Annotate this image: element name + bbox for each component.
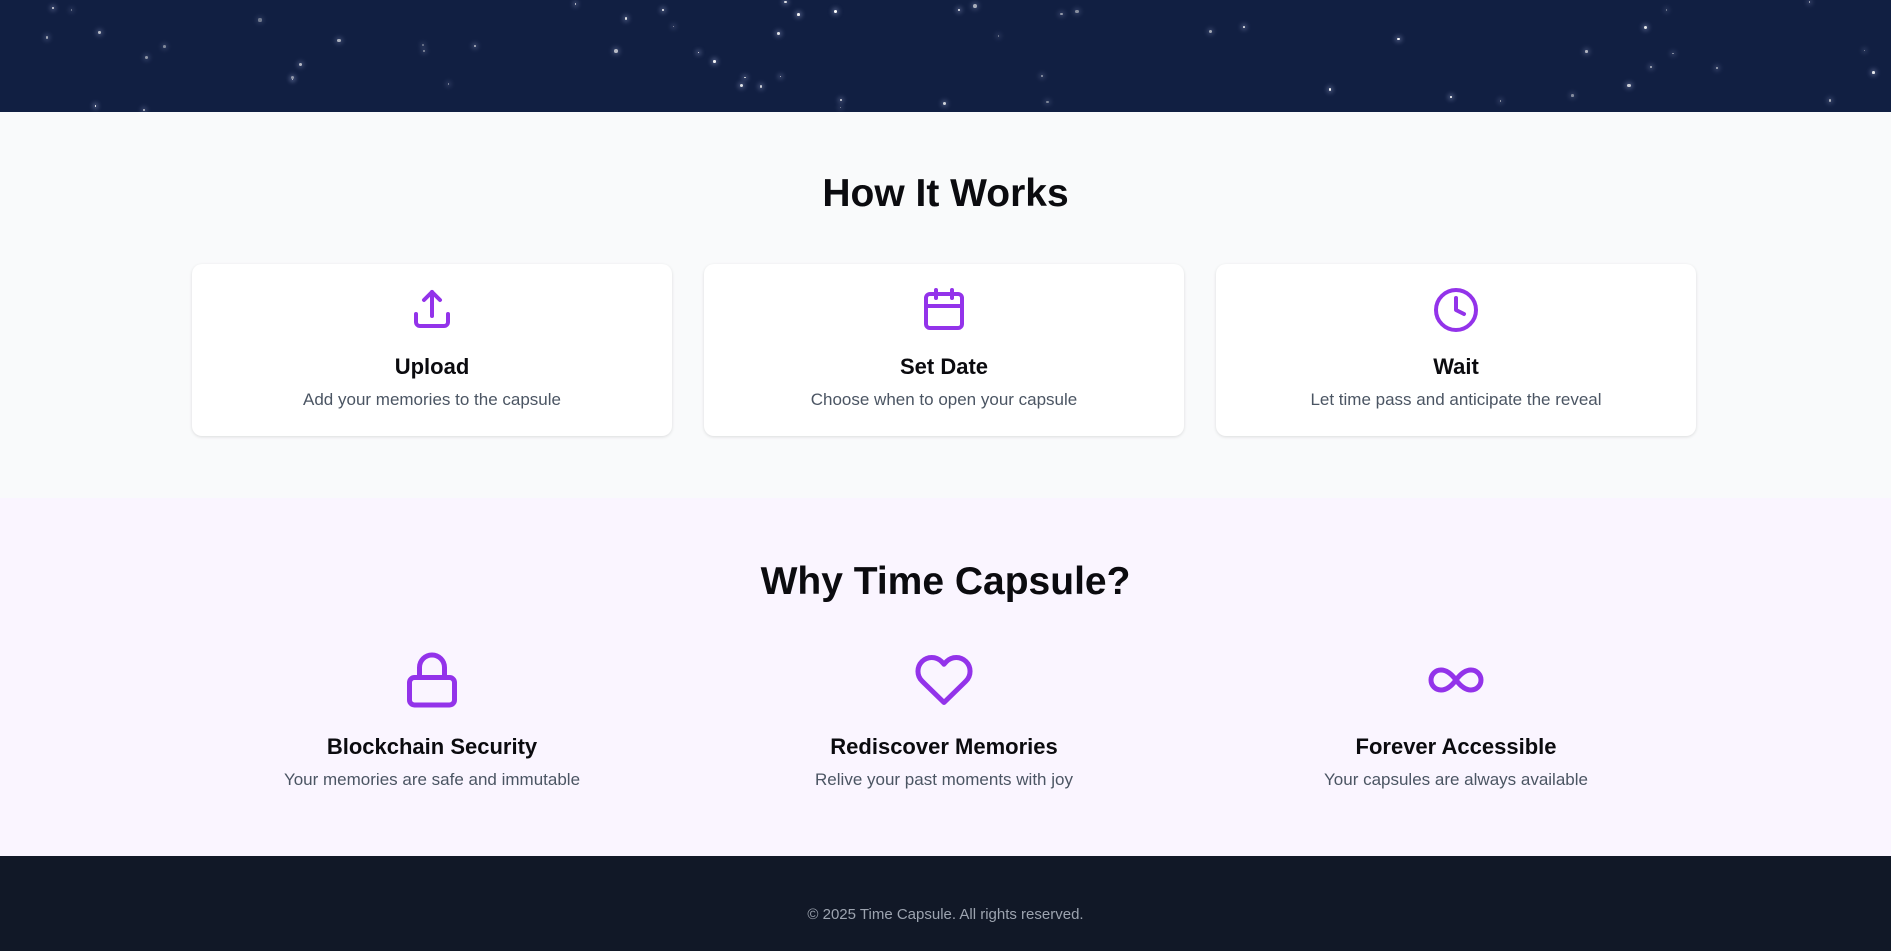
star xyxy=(1074,9,1079,14)
star xyxy=(1585,50,1588,53)
step-card-upload: Upload Add your memories to the capsule xyxy=(192,264,672,436)
star xyxy=(1397,37,1400,41)
feature-desc: Your memories are safe and immutable xyxy=(283,770,581,789)
star xyxy=(1871,71,1875,74)
copyright-text: © 2025 Time Capsule. All rights reserved… xyxy=(807,906,1084,923)
step-desc: Add your memories to the capsule xyxy=(303,390,561,409)
step-card-wait: Wait Let time pass and anticipate the re… xyxy=(1216,264,1696,436)
star xyxy=(1040,75,1043,78)
clock-icon xyxy=(1434,288,1478,332)
star xyxy=(298,62,302,66)
upload-icon xyxy=(414,290,450,328)
star xyxy=(337,38,341,43)
feature-title: Blockchain Security xyxy=(326,734,538,759)
star xyxy=(1671,52,1674,55)
star xyxy=(624,17,628,20)
star xyxy=(713,60,716,63)
footer: © 2025 Time Capsule. All rights reserved… xyxy=(0,856,1891,951)
heart-icon xyxy=(915,654,973,705)
star xyxy=(98,31,101,34)
star xyxy=(1716,67,1719,70)
star xyxy=(797,13,800,17)
lock-icon xyxy=(407,652,457,708)
star xyxy=(1243,26,1245,28)
feature-title: Forever Accessible xyxy=(1355,734,1557,759)
star xyxy=(779,76,781,78)
star xyxy=(1449,96,1452,98)
star xyxy=(997,35,1000,37)
star xyxy=(423,50,425,52)
star xyxy=(422,43,425,46)
feature-desc: Relive your past moments with joy xyxy=(815,770,1073,789)
feature-title: Rediscover Memories xyxy=(830,734,1058,759)
star xyxy=(839,98,843,102)
star xyxy=(1499,100,1502,102)
star xyxy=(1208,30,1212,34)
star xyxy=(661,8,664,11)
star xyxy=(447,83,450,85)
star xyxy=(672,25,674,27)
star xyxy=(291,75,295,79)
star xyxy=(1328,88,1332,91)
star xyxy=(834,10,837,13)
star xyxy=(840,107,842,109)
star xyxy=(697,52,699,54)
star xyxy=(972,3,977,8)
star xyxy=(1828,99,1832,102)
star xyxy=(744,76,746,79)
step-card-set-date: Set Date Choose when to open your capsul… xyxy=(704,264,1184,436)
step-desc: Let time pass and anticipate the reveal xyxy=(1310,390,1602,409)
star xyxy=(784,0,787,4)
star xyxy=(1570,94,1574,98)
star xyxy=(473,45,477,48)
calendar-icon xyxy=(924,288,964,330)
star xyxy=(1666,9,1668,11)
step-title: Upload xyxy=(394,354,470,379)
star xyxy=(144,55,148,59)
star xyxy=(52,6,54,9)
step-desc: Choose when to open your capsule xyxy=(810,390,1078,409)
star xyxy=(1060,12,1063,16)
star xyxy=(1644,25,1648,29)
star xyxy=(1649,65,1652,69)
star xyxy=(258,18,262,22)
star xyxy=(776,31,780,35)
how-it-works-section: How It Works Upload Add your memories to… xyxy=(0,112,1891,498)
infinity-icon xyxy=(1428,667,1484,693)
star xyxy=(614,49,619,53)
feature-desc: Your capsules are always available xyxy=(1324,770,1588,789)
step-title: Wait xyxy=(1433,354,1479,379)
star xyxy=(292,79,294,81)
star xyxy=(142,108,145,112)
step-title: Set Date xyxy=(899,354,989,379)
star xyxy=(1627,83,1631,88)
feature-rediscover-memories: Rediscover Memories Relive your past mom… xyxy=(704,498,1184,856)
feature-blockchain-security: Blockchain Security Your memories are sa… xyxy=(192,498,672,856)
feature-forever-accessible: Forever Accessible Your capsules are alw… xyxy=(1216,498,1696,856)
section-title: How It Works xyxy=(822,172,1069,215)
star xyxy=(957,8,960,12)
star xyxy=(94,105,97,107)
star xyxy=(70,9,73,11)
why-time-capsule-section: Why Time Capsule? Blockchain Security Yo… xyxy=(0,498,1891,856)
star xyxy=(163,45,167,49)
star xyxy=(740,84,744,88)
star xyxy=(1863,49,1866,52)
star xyxy=(1046,100,1049,104)
star xyxy=(45,36,49,39)
starfield-hero xyxy=(0,0,1891,112)
star xyxy=(1808,0,1811,3)
star xyxy=(574,3,577,5)
star xyxy=(943,101,947,105)
star xyxy=(759,84,763,88)
